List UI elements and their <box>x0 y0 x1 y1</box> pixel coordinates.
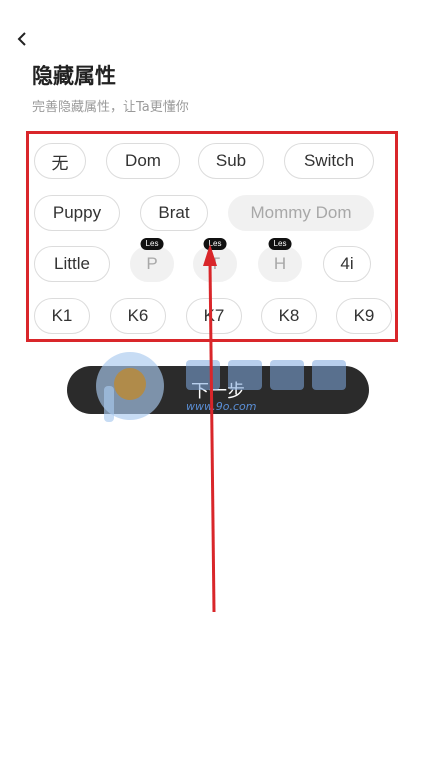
tag-label: Brat <box>158 203 190 222</box>
tag-4i[interactable]: 4i <box>323 246 371 282</box>
tag-k7[interactable]: K7 <box>186 298 242 334</box>
tag-label: K8 <box>278 306 300 325</box>
chevron-left-icon <box>17 32 26 46</box>
tag-label: Dom <box>125 151 161 170</box>
tag-switch[interactable]: Switch <box>284 143 374 179</box>
tag-label: Sub <box>215 151 247 170</box>
tag-label: 4i <box>340 254 354 273</box>
les-badge: Les <box>140 238 164 250</box>
tag-k8[interactable]: K8 <box>261 298 317 334</box>
tag-label: Mommy Dom <box>250 203 352 222</box>
tag-label: P <box>146 254 158 273</box>
tag-label: H <box>273 254 287 273</box>
tag-h: Les H <box>258 238 302 282</box>
tag-k9[interactable]: K9 <box>336 298 392 334</box>
tag-sub[interactable]: Sub <box>198 143 264 179</box>
tag-label: Little <box>54 254 90 273</box>
tag-none[interactable]: 无 <box>34 143 86 179</box>
page-title: 隐藏属性 <box>32 64 116 88</box>
tag-label: T <box>209 254 221 273</box>
page-subtitle: 完善隐藏属性，让Ta更懂你 <box>32 100 189 115</box>
les-badge: Les <box>268 238 292 250</box>
back-button[interactable] <box>12 28 34 50</box>
tag-k1[interactable]: K1 <box>34 298 90 334</box>
watermark-url: www.9o.com <box>186 400 257 413</box>
tag-k6[interactable]: K6 <box>110 298 166 334</box>
tag-puppy[interactable]: Puppy <box>34 195 120 231</box>
tag-little[interactable]: Little <box>34 246 110 282</box>
tag-label: K9 <box>353 306 375 325</box>
tag-label: Puppy <box>52 203 102 222</box>
tag-label: K7 <box>203 306 225 325</box>
tag-p: Les P <box>130 238 174 282</box>
tag-label: K1 <box>51 306 73 325</box>
tag-mommy-dom: Mommy Dom <box>228 195 374 231</box>
tag-label: K6 <box>127 306 149 325</box>
tag-brat[interactable]: Brat <box>140 195 208 231</box>
tag-t: Les T <box>193 238 237 282</box>
tag-label: 无 <box>51 153 69 173</box>
les-badge: Les <box>203 238 227 250</box>
tag-dom[interactable]: Dom <box>106 143 180 179</box>
tag-label: Switch <box>303 151 355 170</box>
